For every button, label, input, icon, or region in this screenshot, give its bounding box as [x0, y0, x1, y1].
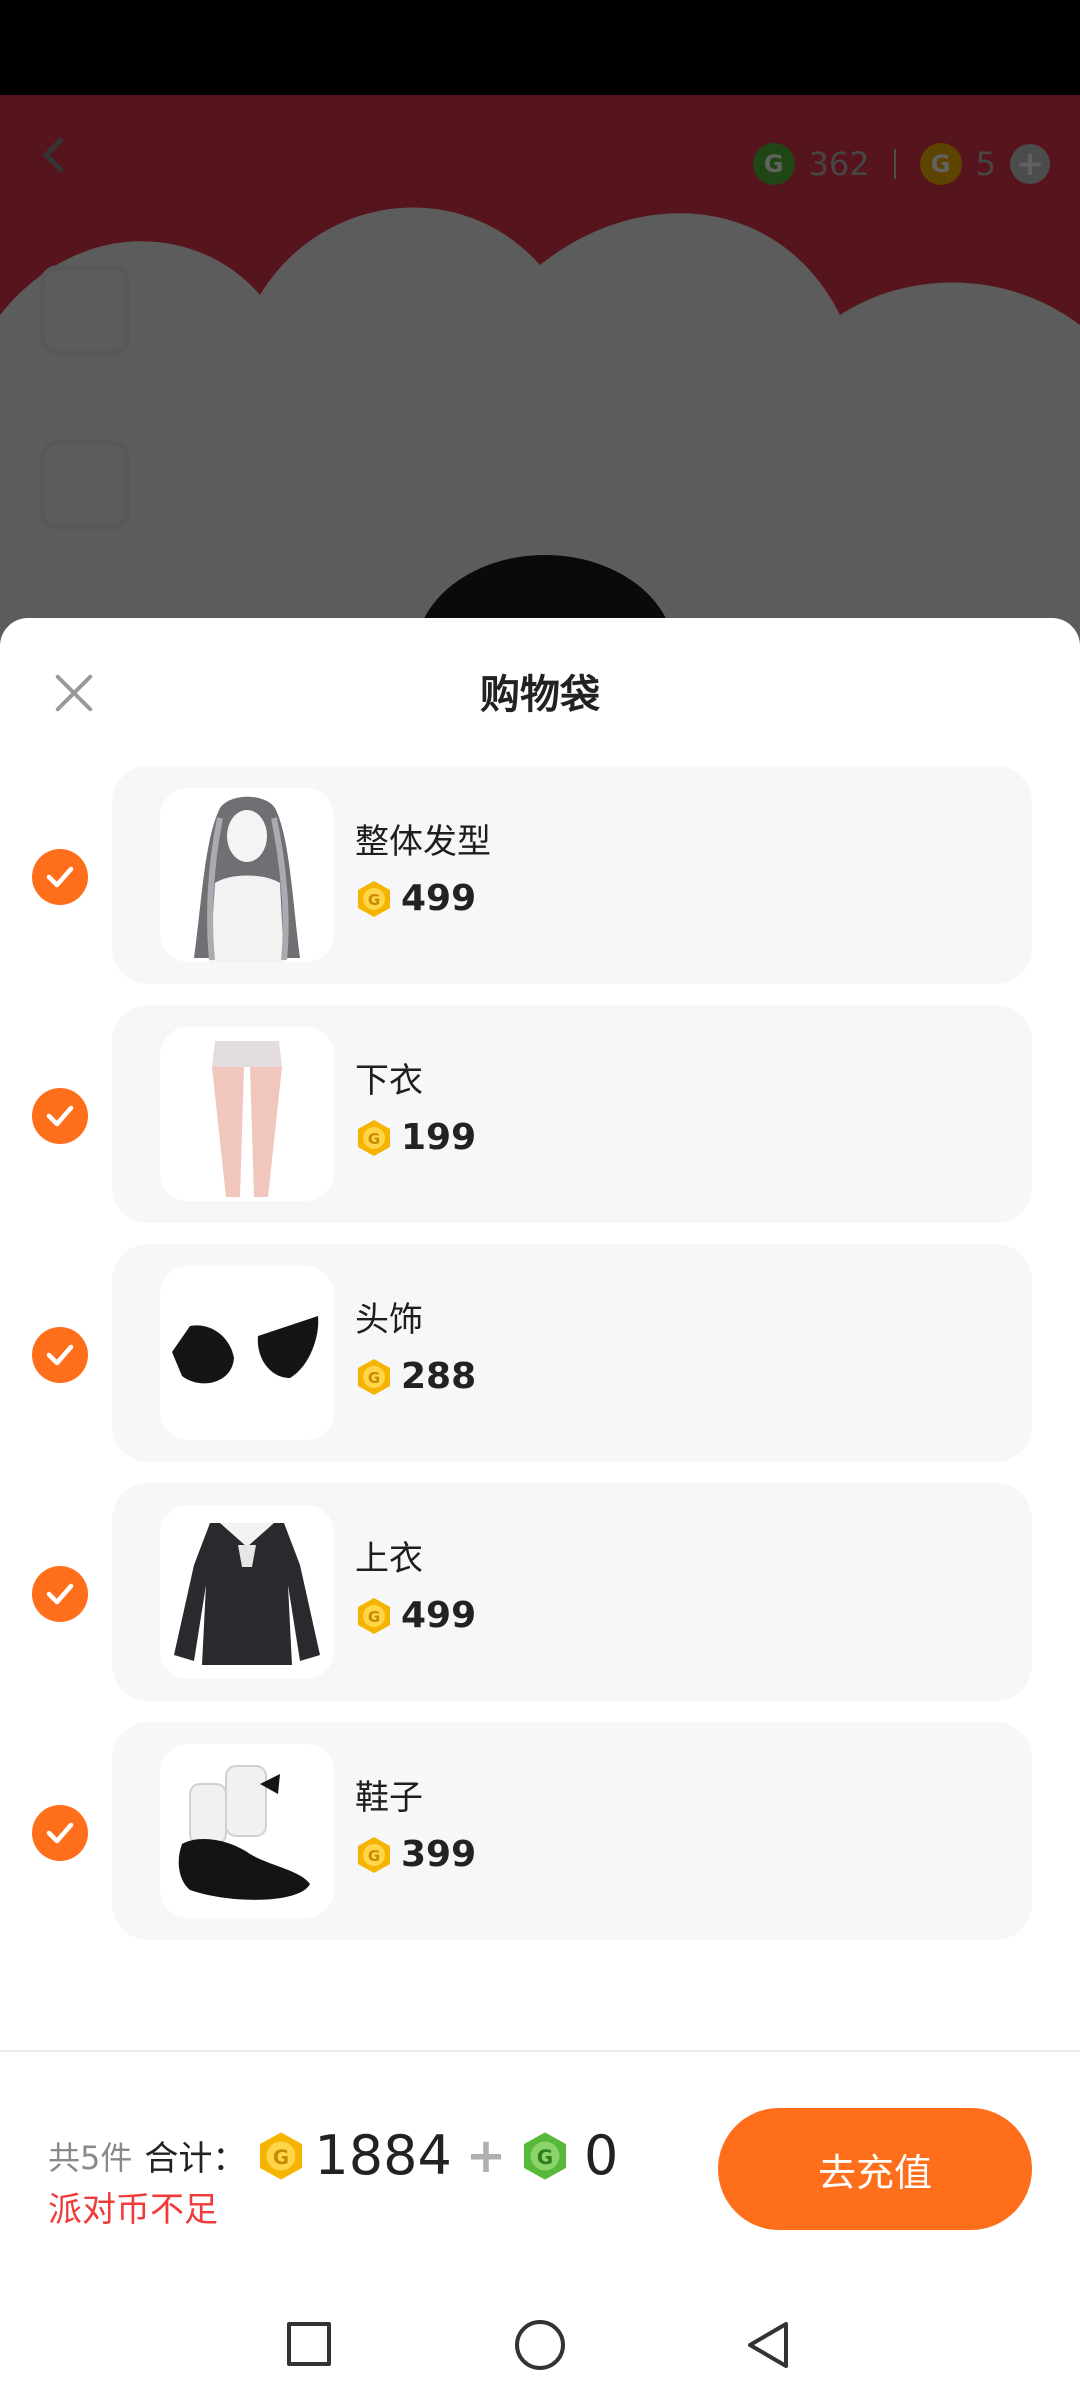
dress-image: [160, 1505, 334, 1679]
item-card[interactable]: 上衣 G 499: [112, 1483, 1032, 1701]
list-item: 上衣 G 499: [0, 1483, 1080, 1701]
gold-coin-icon: G: [358, 1358, 390, 1395]
gold-coin-icon: G: [260, 2131, 303, 2180]
checkbox-checked-icon[interactable]: [32, 1327, 88, 1383]
list-item: 下衣 G 199: [0, 1005, 1080, 1223]
gold-coin-icon: G: [358, 1836, 390, 1873]
back-icon[interactable]: [742, 2318, 796, 2372]
item-price-value: 499: [401, 878, 477, 919]
shoes-image: [160, 1744, 334, 1918]
item-card[interactable]: 整体发型 G 499: [112, 766, 1032, 984]
svg-text:G: G: [368, 1608, 380, 1626]
item-price: G 288: [355, 1356, 476, 1397]
checkbox-checked-icon[interactable]: [32, 1805, 88, 1861]
item-card[interactable]: 下衣 G 199: [112, 1005, 1032, 1223]
total-green-value: 0: [584, 2124, 619, 2187]
svg-text:G: G: [368, 1847, 380, 1865]
item-price: G 399: [355, 1834, 476, 1875]
svg-text:G: G: [368, 1130, 380, 1148]
item-card[interactable]: 鞋子 G 399: [112, 1722, 1032, 1940]
list-item: 整体发型 G 499: [0, 766, 1080, 984]
svg-text:G: G: [273, 2145, 289, 2168]
item-price-value: 199: [401, 1117, 477, 1158]
item-price-value: 499: [401, 1595, 477, 1636]
list-item: 头饰 G 288: [0, 1244, 1080, 1462]
checkbox-checked-icon[interactable]: [32, 1566, 88, 1622]
insufficient-funds-warning: 派对币不足: [48, 2190, 218, 2230]
recharge-button[interactable]: 去充值: [718, 2108, 1032, 2230]
item-price-value: 288: [401, 1356, 477, 1397]
checkbox-checked-icon[interactable]: [32, 849, 88, 905]
status-bar: [0, 0, 1080, 95]
svg-text:G: G: [537, 2145, 553, 2168]
sheet-title: 购物袋: [480, 672, 600, 718]
svg-text:G: G: [368, 1369, 380, 1387]
leggings-image: [160, 1027, 334, 1201]
item-count: 共5件: [48, 2138, 133, 2177]
item-price: G 199: [355, 1117, 476, 1158]
plus-sign: +: [465, 2127, 507, 2184]
list-item: 鞋子 G 399: [0, 1722, 1080, 1940]
checkbox-checked-icon[interactable]: [32, 1088, 88, 1144]
hair-image: [160, 788, 334, 962]
recent-apps-icon[interactable]: [287, 2322, 331, 2366]
total-summary: 共5件 合计： G 1884 + G 0: [48, 2124, 618, 2187]
gold-coin-icon: G: [358, 1119, 390, 1156]
home-icon[interactable]: [515, 2320, 565, 2370]
item-name: 整体发型: [355, 822, 491, 862]
total-gold-value: 1884: [314, 2124, 452, 2187]
item-list: 整体发型 G 499 下衣 G 199 头饰 G 288 上衣 G 499 鞋子…: [0, 766, 1080, 1961]
total-label: 合计：: [144, 2139, 247, 2179]
sheet-header: 购物袋: [0, 618, 1080, 748]
item-name: 鞋子: [355, 1778, 423, 1818]
green-coin-icon: G: [523, 2131, 567, 2180]
item-name: 下衣: [355, 1061, 423, 1101]
item-card[interactable]: 头饰 G 288: [112, 1244, 1032, 1462]
gold-coin-icon: G: [358, 1597, 390, 1634]
item-price-value: 399: [401, 1834, 477, 1875]
item-price: G 499: [355, 878, 476, 919]
item-name: 头饰: [355, 1300, 423, 1340]
item-name: 上衣: [355, 1539, 423, 1579]
gold-coin-icon: G: [358, 880, 390, 917]
svg-text:G: G: [368, 891, 380, 909]
item-price: G 499: [355, 1595, 476, 1636]
checkout-footer: 共5件 合计： G 1884 + G 0 派对币不足 去充值: [0, 2052, 1080, 2302]
system-nav-bar: [0, 2290, 1080, 2400]
ears-image: [160, 1266, 334, 1440]
